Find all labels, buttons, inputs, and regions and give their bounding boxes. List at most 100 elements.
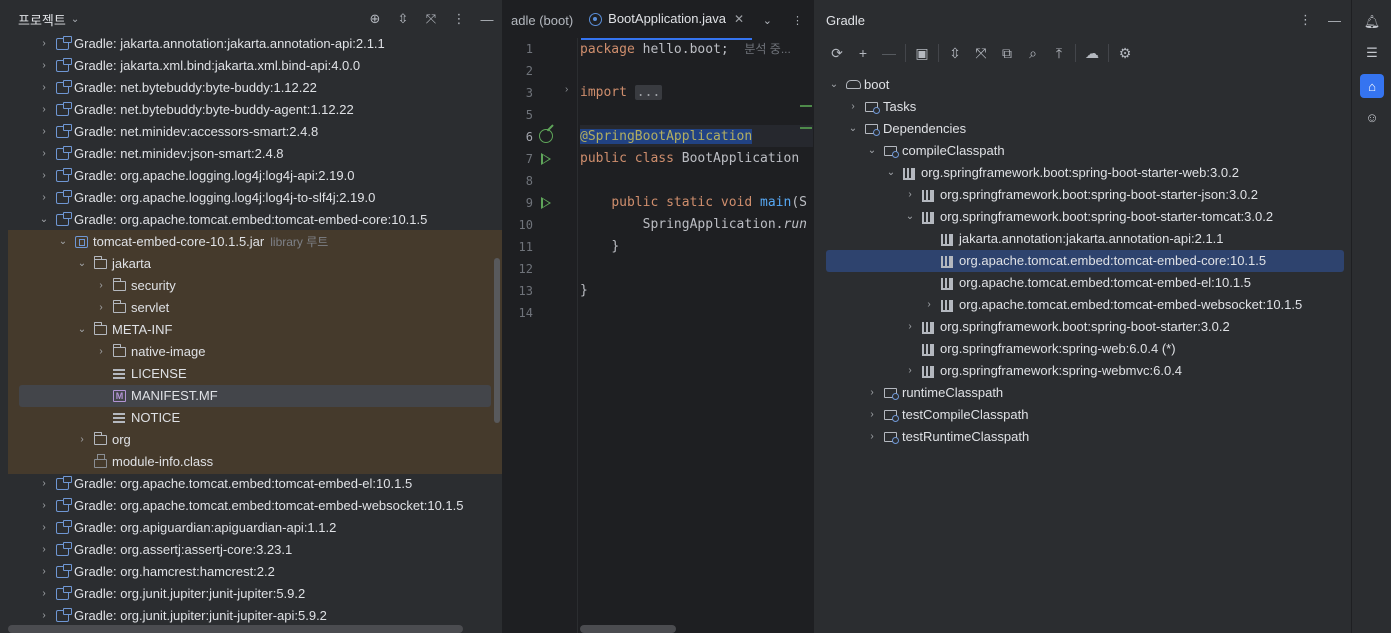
chevron-down-icon[interactable]: ⌄ bbox=[886, 162, 896, 184]
chevron-right-icon[interactable]: › bbox=[39, 517, 49, 539]
tree-row[interactable]: › Gradle: org.junit.jupiter:junit-jupiter… bbox=[0, 583, 502, 605]
tree-row[interactable]: M MANIFEST.MF bbox=[0, 385, 502, 407]
chevron-right-icon[interactable]: › bbox=[867, 404, 877, 426]
settings-icon[interactable]: ⚙ bbox=[1112, 40, 1138, 66]
chevron-down-icon[interactable]: ⌄ bbox=[905, 206, 915, 228]
chevron-right-icon[interactable]: › bbox=[867, 426, 877, 448]
tree-row[interactable]: org.apache.tomcat.embed:tomcat-embed-el:… bbox=[814, 272, 1351, 294]
run-icon[interactable] bbox=[541, 197, 551, 209]
tab-gradle-boot[interactable]: adle (boot) bbox=[503, 0, 581, 40]
expand-icon[interactable]: ⇳ bbox=[396, 11, 410, 27]
chevron-right-icon[interactable]: › bbox=[39, 143, 49, 165]
refresh-icon[interactable]: ⟳ bbox=[824, 40, 850, 66]
tree-row[interactable]: › Gradle: org.assertj:assertj-core:3.23.1 bbox=[0, 539, 502, 561]
analyze-icon[interactable]: ⌕ bbox=[1020, 40, 1046, 66]
more-icon[interactable]: ⋮ bbox=[452, 11, 466, 27]
tree-row[interactable]: › testCompileClasspath bbox=[814, 404, 1351, 426]
tree-row[interactable]: LICENSE bbox=[0, 363, 502, 385]
chevron-down-icon[interactable]: ⌄ bbox=[77, 253, 87, 275]
chevron-right-icon[interactable]: › bbox=[39, 583, 49, 605]
chevron-right-icon[interactable]: › bbox=[848, 96, 858, 118]
expand-all-icon[interactable]: ⇳ bbox=[942, 40, 968, 66]
tab-boot-application[interactable]: BootApplication.java ✕ bbox=[581, 0, 753, 40]
minimize-icon[interactable]: — bbox=[480, 12, 494, 27]
chevron-right-icon[interactable]: › bbox=[39, 187, 49, 209]
chevron-right-icon[interactable]: › bbox=[39, 55, 49, 77]
chevron-right-icon[interactable]: › bbox=[39, 473, 49, 495]
chevron-down-icon[interactable]: ⌄ bbox=[77, 319, 87, 341]
tree-row[interactable]: › Gradle: jakarta.xml.bind:jakarta.xml.bi… bbox=[0, 55, 502, 77]
collapse-icon[interactable]: ⤧ bbox=[424, 11, 438, 27]
tree-row[interactable]: › Gradle: net.minidev:accessors-smart:2.4… bbox=[0, 121, 502, 143]
horizontal-scrollbar[interactable] bbox=[8, 625, 463, 633]
tree-row[interactable]: org.apache.tomcat.embed:tomcat-embed-cor… bbox=[814, 250, 1351, 272]
tree-row[interactable]: › servlet bbox=[0, 297, 502, 319]
chevron-right-icon[interactable]: › bbox=[39, 165, 49, 187]
tree-row[interactable]: › Gradle: net.bytebuddy:byte-buddy:1.12.2… bbox=[0, 77, 502, 99]
chevron-right-icon[interactable]: › bbox=[96, 275, 106, 297]
tree-row[interactable]: › Gradle: org.apache.tomcat.embed:tomcat-… bbox=[0, 495, 502, 517]
tree-row[interactable]: › org.apache.tomcat.embed:tomcat-embed-we… bbox=[814, 294, 1351, 316]
chevron-right-icon[interactable]: › bbox=[77, 429, 87, 451]
notifications-icon[interactable]: 🔔︎ bbox=[1360, 10, 1384, 34]
collapse-all-icon[interactable]: ⤧ bbox=[968, 40, 994, 66]
tree-row[interactable]: org.springframework:spring-web:6.0.4 (*) bbox=[814, 338, 1351, 360]
tree-row[interactable]: › Gradle: org.apache.logging.log4j:log4j-… bbox=[0, 165, 502, 187]
tree-row[interactable]: › runtimeClasspath bbox=[814, 382, 1351, 404]
close-icon[interactable]: ✕ bbox=[734, 9, 744, 29]
toggle-offline-icon[interactable]: ⤒ bbox=[1046, 40, 1072, 66]
tree-row[interactable]: › testRuntimeClasspath bbox=[814, 426, 1351, 448]
tree-row[interactable]: › Gradle: org.apiguardian:apiguardian-api… bbox=[0, 517, 502, 539]
chevron-right-icon[interactable]: › bbox=[39, 539, 49, 561]
tree-row[interactable]: › Tasks bbox=[814, 96, 1351, 118]
tree-row[interactable]: module-info.class bbox=[0, 451, 502, 473]
tree-row[interactable]: › native-image bbox=[0, 341, 502, 363]
tree-row[interactable]: › org.springframework:spring-webmvc:6.0.4 bbox=[814, 360, 1351, 382]
tree-row[interactable]: › Gradle: org.junit.jupiter:junit-jupiter… bbox=[0, 605, 502, 627]
chevron-down-icon[interactable]: ⌄ bbox=[58, 231, 68, 253]
tree-row[interactable]: ⌄ Dependencies bbox=[814, 118, 1351, 140]
tree-row[interactable]: NOTICE bbox=[0, 407, 502, 429]
chevron-right-icon[interactable]: › bbox=[96, 297, 106, 319]
chevron-down-icon[interactable]: ⌄ bbox=[39, 209, 49, 231]
chevron-down-icon[interactable]: ⌄ bbox=[71, 14, 79, 25]
gradle-icon[interactable]: ⌂ bbox=[1360, 74, 1384, 98]
tree-row[interactable]: ⌄ Gradle: org.apache.tomcat.embed:tomcat-… bbox=[0, 209, 502, 231]
chevron-right-icon[interactable]: › bbox=[39, 33, 49, 55]
tree-row[interactable]: › Gradle: org.apache.logging.log4j:log4j-… bbox=[0, 187, 502, 209]
tree-row[interactable]: › Gradle: net.bytebuddy:byte-buddy-agent:… bbox=[0, 99, 502, 121]
chevron-right-icon[interactable]: › bbox=[39, 561, 49, 583]
offline-icon[interactable]: ☁ bbox=[1079, 40, 1105, 66]
chevron-right-icon[interactable]: › bbox=[905, 316, 915, 338]
chevron-right-icon[interactable]: › bbox=[39, 495, 49, 517]
minimize-icon[interactable]: — bbox=[1328, 13, 1341, 28]
remove-icon[interactable]: — bbox=[876, 40, 902, 66]
spring-bean-icon[interactable] bbox=[539, 129, 553, 143]
tree-row[interactable]: ⌄ org.springframework.boot:spring-boot-st… bbox=[814, 206, 1351, 228]
tree-row[interactable]: ⌄ org.springframework.boot:spring-boot-st… bbox=[814, 162, 1351, 184]
tree-row[interactable]: jakarta.annotation:jakarta.annotation-ap… bbox=[814, 228, 1351, 250]
add-icon[interactable]: + bbox=[850, 40, 876, 66]
project-title[interactable]: 프로젝트 bbox=[18, 10, 66, 29]
horizontal-scrollbar[interactable] bbox=[580, 625, 676, 633]
chevron-right-icon[interactable]: › bbox=[39, 99, 49, 121]
copilot-icon[interactable]: ☺ bbox=[1360, 105, 1384, 129]
chevron-right-icon[interactable]: › bbox=[905, 360, 915, 382]
chevron-right-icon[interactable]: › bbox=[905, 184, 915, 206]
chevron-right-icon[interactable]: › bbox=[39, 121, 49, 143]
tree-row[interactable]: ⌄ tomcat-embed-core-10.1.5.jar library 루트 bbox=[0, 231, 502, 253]
tree-row[interactable]: › org.springframework.boot:spring-boot-st… bbox=[814, 184, 1351, 206]
chevron-right-icon[interactable]: › bbox=[867, 382, 877, 404]
chevron-down-icon[interactable]: ⌄ bbox=[867, 140, 877, 162]
chevron-down-icon[interactable]: ⌄ bbox=[848, 118, 858, 140]
more-icon[interactable]: ⋮ bbox=[792, 14, 803, 27]
run-task-icon[interactable]: ▣ bbox=[909, 40, 935, 66]
tree-row[interactable]: ⌄ compileClasspath bbox=[814, 140, 1351, 162]
chevron-down-icon[interactable]: ⌄ bbox=[763, 14, 772, 27]
crosshair-icon[interactable]: ⊕ bbox=[368, 11, 382, 27]
run-icon[interactable] bbox=[541, 153, 551, 165]
tree-row[interactable]: › org.springframework.boot:spring-boot-st… bbox=[814, 316, 1351, 338]
chevron-right-icon[interactable]: › bbox=[924, 294, 934, 316]
database-icon[interactable]: ☰ bbox=[1360, 41, 1384, 65]
tree-row[interactable]: › Gradle: jakarta.annotation:jakarta.anno… bbox=[0, 33, 502, 55]
